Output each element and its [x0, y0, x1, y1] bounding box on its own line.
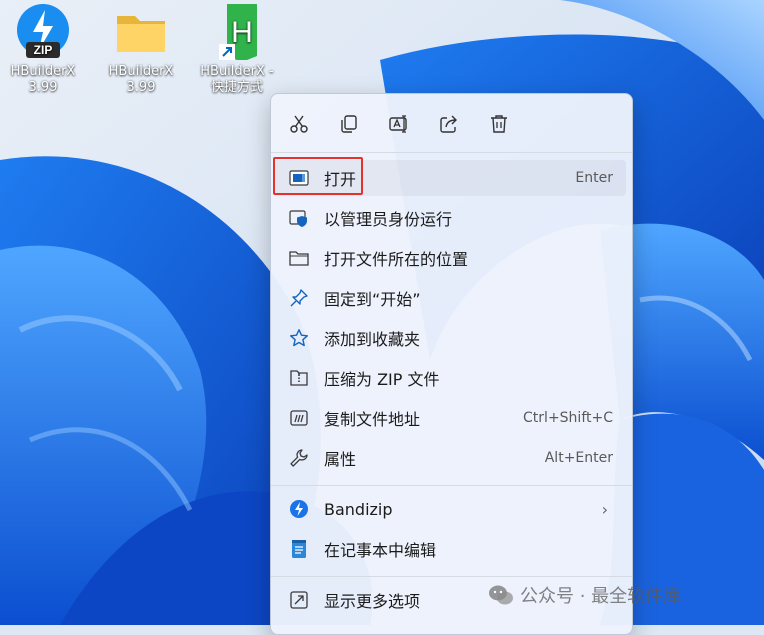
desktop-icon-label: HBuilderX - 快捷方式	[200, 64, 274, 95]
share-button[interactable]	[431, 106, 467, 142]
bandizip-zip-icon: ZIP	[15, 4, 71, 60]
watermark: 公众号 · 最全软件库	[488, 578, 681, 612]
copy-path-icon	[288, 407, 310, 429]
chevron-right-icon: ›	[601, 499, 608, 519]
wrench-icon	[288, 447, 310, 469]
menu-item-add-to-favorites[interactable]: 添加到收藏夹	[274, 320, 626, 356]
folder-outline-icon	[288, 247, 310, 269]
quick-actions-bar	[271, 104, 632, 144]
desktop-icon-label: HBuilderX 3.99	[108, 64, 174, 95]
menu-item-bandizip[interactable]: Bandizip ›	[274, 491, 626, 527]
menu-separator	[271, 576, 632, 577]
delete-button[interactable]	[481, 106, 517, 142]
bandizip-icon	[288, 498, 310, 520]
zip-badge: ZIP	[34, 43, 53, 57]
menu-item-label: 压缩为 ZIP 文件	[324, 370, 440, 389]
desktop-icon-label: HBuilderX 3.99	[10, 64, 76, 95]
menu-item-label: 打开文件所在的位置	[324, 250, 469, 269]
menu-item-edit-in-notepad[interactable]: 在记事本中编辑	[274, 531, 626, 567]
wechat-icon	[489, 585, 513, 605]
folder-icon	[113, 4, 169, 60]
rename-icon	[389, 115, 407, 133]
menu-item-label: 复制文件地址	[324, 410, 421, 429]
rename-button[interactable]	[381, 106, 417, 142]
star-icon	[288, 327, 310, 349]
menu-item-shortcut: Alt+Enter	[544, 450, 613, 466]
pin-icon	[288, 287, 310, 309]
menu-item-label: 以管理员身份运行	[324, 210, 453, 229]
menu-separator	[271, 485, 632, 486]
copy-icon	[341, 115, 357, 133]
desktop-icon-hbuilderx-shortcut[interactable]: H HBuilderX - 快捷方式	[194, 4, 280, 96]
scissors-icon	[290, 115, 308, 133]
share-icon	[440, 115, 457, 133]
menu-item-copy-path[interactable]: 复制文件地址 Ctrl+Shift+C	[274, 400, 626, 436]
menu-item-pin-to-start[interactable]: 固定到“开始”	[274, 280, 626, 316]
highlight-box	[273, 157, 363, 195]
cut-button[interactable]	[281, 106, 317, 142]
zip-file-icon	[288, 367, 310, 389]
trash-icon	[491, 115, 507, 133]
menu-item-open-file-location[interactable]: 打开文件所在的位置	[274, 240, 626, 276]
desktop-icon-folder[interactable]: HBuilderX 3.99	[98, 4, 184, 96]
menu-item-compress-zip[interactable]: 压缩为 ZIP 文件	[274, 360, 626, 396]
menu-item-properties[interactable]: 属性 Alt+Enter	[274, 440, 626, 476]
menu-item-label: 属性	[324, 450, 357, 469]
menu-separator	[271, 152, 632, 153]
copy-button[interactable]	[331, 106, 367, 142]
hbuilderx-app-icon: H	[209, 4, 265, 62]
menu-item-label: Bandizip	[324, 499, 393, 519]
watermark-text: 公众号 · 最全软件库	[520, 586, 682, 607]
menu-item-label: 在记事本中编辑	[324, 541, 437, 560]
menu-item-label: 添加到收藏夹	[324, 330, 421, 349]
notepad-icon	[288, 538, 310, 560]
menu-item-shortcut: Enter	[575, 170, 613, 186]
menu-item-shortcut: Ctrl+Shift+C	[523, 410, 613, 426]
desktop-icon-bandizip-archive[interactable]: ZIP HBuilderX 3.99	[0, 4, 86, 96]
more-options-icon	[288, 589, 310, 611]
menu-item-label: 固定到“开始”	[324, 290, 421, 309]
menu-item-run-as-admin[interactable]: 以管理员身份运行	[274, 200, 626, 236]
shield-admin-icon	[288, 207, 310, 229]
